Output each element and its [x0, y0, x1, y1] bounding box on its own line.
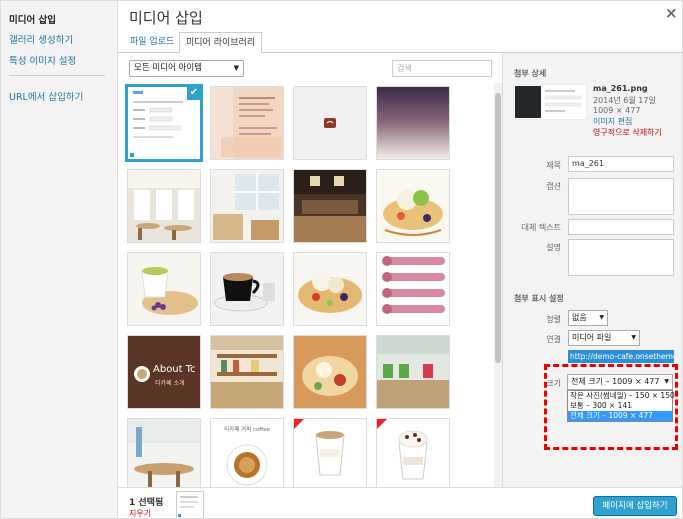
dessert-closeup-image — [294, 336, 366, 408]
media-filter-select[interactable]: 모든 미디어 아이템 ▼ — [129, 60, 244, 77]
alt-text-field[interactable] — [568, 219, 674, 235]
chevron-down-icon: ▼ — [631, 334, 636, 341]
attachment-thumbnail[interactable] — [128, 419, 200, 487]
attachment-thumbnail[interactable] — [128, 170, 200, 242]
espresso-cup-image — [211, 253, 283, 325]
edit-image-link[interactable]: 이미지 편집 — [593, 116, 632, 127]
highlight-annotation — [544, 364, 678, 450]
cafe-storefront-image — [377, 336, 449, 408]
search-input[interactable]: 검색 — [392, 60, 492, 77]
link-url-field[interactable]: http://demo-cafe.onsetheme — [568, 350, 674, 363]
attachment-preview-image — [513, 84, 587, 120]
media-menu: 미디어 삽입 갤러리 생성하기 특성 이미지 설정 URL에서 삽입하기 — [1, 1, 118, 518]
title-label: 제목 — [546, 161, 561, 170]
attachment-thumbnail[interactable] — [377, 419, 449, 487]
menu-item-insert-media[interactable]: 미디어 삽입 — [9, 12, 56, 26]
attachment-thumbnail[interactable] — [211, 87, 283, 159]
chevron-down-icon: ▼ — [233, 64, 239, 72]
cafe-table-image — [128, 419, 200, 487]
caption-label: 캡션 — [546, 182, 561, 191]
upload-date: 2014년 6월 17일 — [593, 96, 656, 105]
link-to-label: 연결 — [546, 335, 561, 344]
attachment-details-heading: 첨부 상세 — [514, 69, 547, 78]
modal-title: 미디어 삽입 — [129, 9, 203, 27]
display-settings-heading: 첨부 표시 설정 — [514, 294, 564, 303]
latte-cup-image — [294, 419, 345, 476]
link-to-value: 미디어 파일 — [572, 333, 612, 342]
menu-separator — [9, 75, 105, 76]
attachment-thumbnail[interactable] — [294, 336, 366, 408]
attachment-thumbnail[interactable] — [377, 87, 449, 159]
waffle-plate-image — [294, 253, 366, 325]
attachment-thumbnail[interactable]: About Tc 티카페 소개 — [128, 336, 200, 408]
whipped-drink-image — [377, 419, 428, 480]
description-label: 설명 — [546, 243, 561, 252]
attachment-thumbnail[interactable] — [211, 170, 283, 242]
about-subtext: 티카페 소개 — [155, 380, 185, 387]
attachment-thumbnail[interactable] — [294, 419, 366, 487]
attachments-grid: ✔ About Tc 티카페 소개 티카페 커피 coffee — [118, 83, 501, 487]
waffle-dessert-image — [377, 170, 449, 242]
insert-into-page-button[interactable]: 페이지에 삽입하기 — [593, 496, 677, 516]
alt-text-label: 대체 텍스트 — [521, 223, 561, 232]
menu-item-insert-from-url[interactable]: URL에서 삽입하기 — [9, 89, 83, 103]
attachment-thumbnail[interactable] — [294, 253, 366, 325]
selected-thumbnail[interactable] — [177, 492, 203, 518]
attachment-thumbnail[interactable] — [211, 253, 283, 325]
attachment-thumbnail[interactable] — [377, 170, 449, 242]
clear-selection-link[interactable]: 지우기 — [129, 508, 151, 518]
close-icon[interactable]: × — [665, 4, 678, 22]
menu-item-create-gallery[interactable]: 갤러리 생성하기 — [9, 32, 73, 46]
attachment-thumbnail[interactable] — [377, 253, 449, 325]
align-value: 없음 — [572, 313, 587, 322]
menu-labels-image — [377, 253, 449, 325]
attachment-thumbnail[interactable] — [294, 170, 366, 242]
green-latte-image — [128, 253, 200, 325]
tab-upload-files[interactable]: 파일 업로드 — [124, 32, 180, 53]
cafe-counter-image — [294, 170, 366, 242]
media-router-tabs: 파일 업로드 미디어 라이브러리 — [118, 31, 682, 53]
filter-value: 모든 미디어 아이템 — [134, 63, 202, 73]
about-text: About Tc — [153, 364, 196, 375]
attachment-thumbnail[interactable] — [128, 253, 200, 325]
gradient-banner-image — [377, 87, 449, 159]
coffee-cup-top-image — [226, 444, 268, 486]
align-select[interactable]: 없음 ▼ — [568, 310, 608, 326]
cafe-interior-image — [128, 170, 200, 242]
menu-item-featured-image[interactable]: 특성 이미지 설정 — [9, 53, 76, 67]
attachment-thumbnail[interactable] — [294, 87, 366, 159]
link-to-select[interactable]: 미디어 파일 ▼ — [568, 330, 640, 346]
cafe-menu-image — [211, 87, 283, 159]
chevron-down-icon: ▼ — [599, 314, 604, 321]
attachment-thumbnail[interactable]: 티카페 커피 coffee — [211, 419, 283, 487]
tab-media-library[interactable]: 미디어 라이브러리 — [179, 32, 263, 53]
delete-permanently-link[interactable]: 영구적으로 삭제하기 — [593, 127, 662, 138]
check-icon[interactable]: ✔ — [187, 87, 200, 100]
cafe-logo-image — [294, 87, 366, 159]
selection-count: 1 선택됨 — [129, 498, 164, 508]
attachment-thumbnail[interactable] — [377, 336, 449, 408]
file-name: ma_261.png — [593, 84, 648, 93]
description-field[interactable] — [568, 239, 674, 276]
cafe-shelf-image — [211, 336, 283, 408]
attachment-thumbnail[interactable] — [211, 336, 283, 408]
title-field[interactable]: ma_261 — [568, 156, 674, 172]
align-label: 정렬 — [546, 315, 561, 324]
media-modal: 미디어 삽입 갤러리 생성하기 특성 이미지 설정 URL에서 삽입하기 미디어… — [0, 0, 683, 519]
attachment-thumbnail[interactable]: ✔ — [128, 87, 200, 159]
grid-scrollbar[interactable] — [494, 83, 502, 487]
caption-field[interactable] — [568, 178, 674, 215]
image-dimensions: 1009 × 477 — [593, 106, 641, 115]
cafe-window-image — [211, 170, 283, 242]
